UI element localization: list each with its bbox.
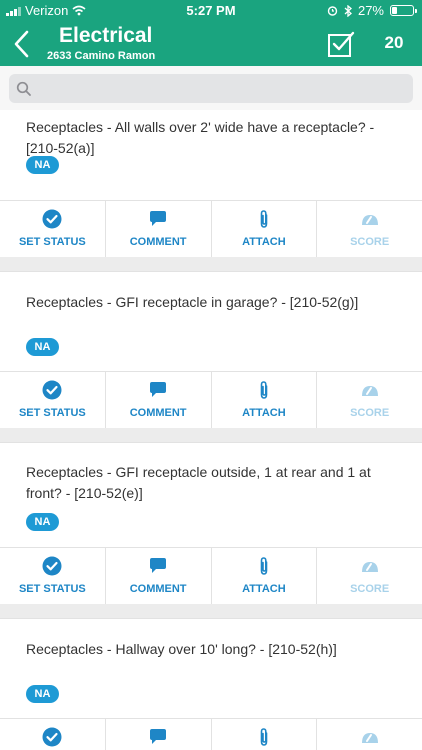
set-status-button[interactable]: SET STATUS (0, 719, 106, 750)
comment-label: COMMENT (129, 236, 187, 248)
checklist: Receptacles - All walls over 2' wide hav… (0, 110, 422, 750)
card-separator (0, 428, 422, 442)
attach-button[interactable]: ATTACH (212, 372, 318, 428)
search-icon (16, 81, 31, 96)
paperclip-icon (260, 381, 268, 399)
status-badge[interactable]: NA (26, 338, 59, 356)
comment-button[interactable]: COMMENT (106, 548, 212, 604)
list-item: Receptacles - Hallway over 10' long? - [… (0, 618, 422, 750)
check-circle-icon (42, 727, 62, 747)
score-button[interactable]: SCORE (317, 719, 422, 750)
page-title: Electrical (59, 24, 153, 47)
attach-button[interactable]: ATTACH (212, 548, 318, 604)
comment-button[interactable]: COMMENT (106, 201, 212, 257)
list-item: Receptacles - GFI receptacle in garage? … (0, 271, 422, 428)
set-status-button[interactable]: SET STATUS (0, 548, 106, 604)
status-badge[interactable]: NA (26, 156, 59, 174)
gauge-icon (361, 386, 378, 396)
search-bar (9, 74, 413, 103)
card-separator (0, 604, 422, 618)
attach-label: ATTACH (242, 407, 286, 419)
card-border (0, 271, 422, 272)
check-circle-icon (42, 380, 62, 400)
card-separator (0, 257, 422, 271)
page-subtitle: 2633 Camino Ramon (47, 50, 156, 62)
attach-button[interactable]: ATTACH (212, 201, 318, 257)
score-label: SCORE (350, 583, 390, 595)
status-bar: Verizon 5:27 PM 27% (0, 0, 422, 22)
check-circle-icon (42, 209, 62, 229)
alarm-icon (327, 6, 338, 16)
search-bar-container (0, 66, 422, 110)
comment-button[interactable]: COMMENT (106, 372, 212, 428)
score-button[interactable]: SCORE (317, 548, 422, 604)
attach-button[interactable]: ATTACH (212, 719, 318, 750)
navigation-bar: Electrical 2633 Camino Ramon 20 (0, 22, 422, 66)
paperclip-icon (260, 557, 268, 575)
question-text: Receptacles - GFI receptacle in garage? … (26, 294, 359, 310)
attach-label: ATTACH (242, 236, 286, 248)
checklist-icon[interactable] (327, 30, 355, 58)
score-label: SCORE (350, 407, 390, 419)
attach-label: ATTACH (242, 583, 286, 595)
comment-icon (150, 558, 167, 573)
question-text: Receptacles - Hallway over 10' long? - [… (26, 641, 337, 657)
comment-label: COMMENT (129, 407, 187, 419)
paperclip-icon (260, 210, 268, 228)
paperclip-icon (260, 728, 268, 746)
set-status-button[interactable]: SET STATUS (0, 201, 106, 257)
check-circle-icon (42, 556, 62, 576)
question-text: Receptacles - GFI receptacle outside, 1 … (26, 464, 371, 501)
comment-icon (150, 729, 167, 744)
bluetooth-icon (344, 4, 352, 17)
comment-icon (150, 382, 167, 397)
gauge-icon (361, 562, 378, 572)
back-chevron-icon[interactable] (10, 28, 34, 60)
gauge-icon (361, 215, 378, 225)
comment-label: COMMENT (129, 583, 187, 595)
battery-icon (390, 5, 417, 16)
card-border (0, 442, 422, 443)
set-status-label: SET STATUS (18, 236, 86, 248)
list-item: Receptacles - GFI receptacle outside, 1 … (0, 442, 422, 604)
search-input[interactable] (37, 74, 407, 103)
card-border (0, 618, 422, 619)
question-text: Receptacles - All walls over 2' wide hav… (26, 119, 375, 156)
item-count[interactable]: 20 (378, 33, 410, 53)
comment-icon (150, 211, 167, 226)
score-label: SCORE (350, 236, 390, 248)
set-status-label: SET STATUS (18, 583, 86, 595)
gauge-icon (361, 733, 378, 743)
list-item: Receptacles - All walls over 2' wide hav… (0, 110, 422, 257)
score-button[interactable]: SCORE (317, 201, 422, 257)
score-button[interactable]: SCORE (317, 372, 422, 428)
status-badge[interactable]: NA (26, 685, 59, 703)
status-badge[interactable]: NA (26, 513, 59, 531)
battery-percent: 27% (357, 3, 384, 18)
set-status-label: SET STATUS (18, 407, 86, 419)
set-status-button[interactable]: SET STATUS (0, 372, 106, 428)
comment-button[interactable]: COMMENT (106, 719, 212, 750)
